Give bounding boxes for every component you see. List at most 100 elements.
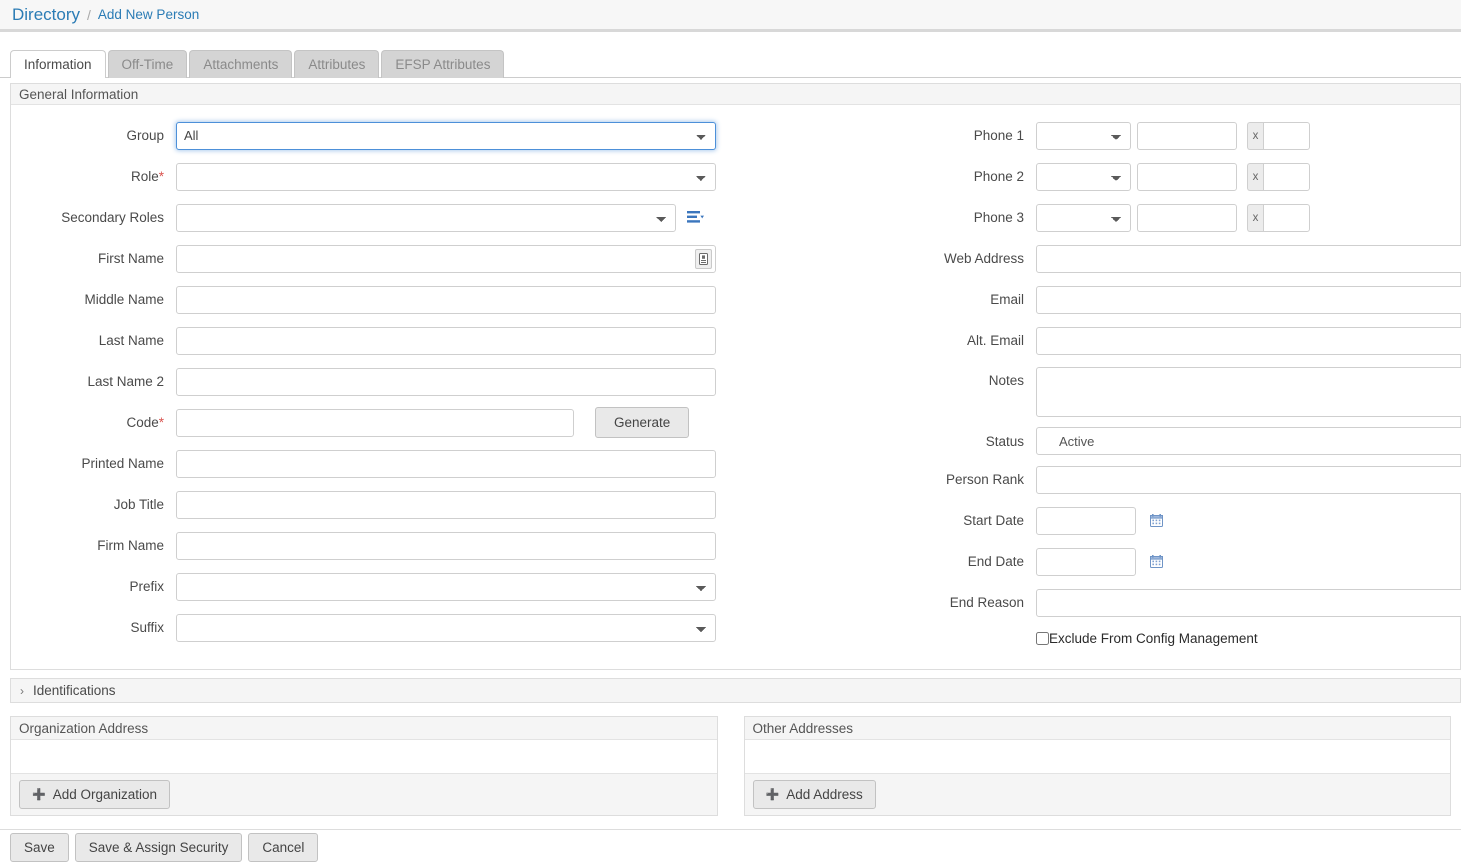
notes-label: Notes [988, 373, 1024, 388]
plus-circle-icon: ➕ [765, 789, 780, 801]
phone-2-label: Phone 2 [973, 169, 1024, 184]
field-row-suffix: Suffix [11, 607, 891, 648]
last-name-label: Last Name [98, 333, 164, 348]
prefix-select[interactable] [176, 572, 716, 601]
field-row-middle-name: Middle Name [11, 279, 891, 320]
suffix-select[interactable] [176, 613, 716, 642]
field-row-prefix: Prefix [11, 566, 891, 607]
exclude-config-checkbox[interactable] [1036, 631, 1049, 645]
phone-3-extension-prefix: x [1247, 203, 1263, 232]
web-address-input[interactable] [1036, 244, 1461, 273]
field-row-printed-name: Printed Name [11, 443, 891, 484]
notes-textarea[interactable] [1036, 367, 1461, 417]
field-row-end-reason: End Reason [891, 582, 1461, 623]
tab-attachments[interactable]: Attachments [189, 50, 293, 78]
alt-email-input[interactable] [1036, 326, 1461, 355]
end-date-input[interactable] [1036, 547, 1136, 576]
phone-3-number-input[interactable] [1137, 203, 1237, 232]
group-select[interactable]: All [176, 121, 716, 150]
role-required-marker: * [158, 169, 164, 184]
field-row-notes: Notes [891, 361, 1461, 423]
organization-address-panel: Organization Address ➕ Add Organization [10, 716, 718, 816]
generate-code-button[interactable]: Generate [595, 407, 690, 438]
start-date-input[interactable] [1036, 506, 1136, 535]
first-name-input[interactable] [176, 244, 716, 273]
last-name-2-input[interactable] [176, 367, 716, 396]
plus-circle-icon: ➕ [32, 789, 46, 801]
phone-1-type-select[interactable] [1036, 121, 1131, 150]
calendar-icon[interactable] [1150, 514, 1163, 527]
tab-efsp-attributes[interactable]: EFSP Attributes [381, 50, 505, 78]
field-row-secondary-roles: Secondary Roles [11, 197, 891, 238]
identifications-accordion[interactable]: › Identifications [10, 678, 1461, 703]
chevron-right-icon: › [20, 683, 24, 698]
phone-1-number-input[interactable] [1137, 121, 1237, 150]
field-row-firm-name: Firm Name [11, 525, 891, 566]
general-right-column: Phone 1 x Phone 2 x Phone 3 x Web Addres… [891, 115, 1461, 653]
email-input[interactable] [1036, 285, 1461, 314]
id-card-icon[interactable] [695, 248, 712, 269]
last-name-input[interactable] [176, 326, 716, 355]
add-address-label: Add Address [786, 787, 863, 802]
field-row-status: Status Active [891, 423, 1461, 459]
tab-information[interactable]: Information [10, 50, 106, 79]
exclude-config-label[interactable]: Exclude From Config Management [1049, 631, 1258, 646]
general-information-panel: General Information Group All Role* Seco… [10, 83, 1461, 670]
code-required-marker: * [158, 415, 164, 430]
person-rank-input[interactable] [1036, 465, 1461, 494]
id-card-icon-svg [699, 252, 708, 265]
phone-2-type-select[interactable] [1036, 162, 1131, 191]
alt-email-label: Alt. Email [966, 333, 1024, 348]
tab-attributes[interactable]: Attributes [294, 50, 380, 78]
code-input[interactable] [176, 408, 574, 437]
field-row-phone-2: Phone 2 x [891, 156, 1461, 197]
add-address-button[interactable]: ➕ Add Address [752, 780, 876, 809]
organization-address-title: Organization Address [11, 717, 717, 740]
end-reason-input[interactable] [1036, 588, 1461, 617]
first-name-label: First Name [97, 251, 164, 266]
list-options-icon[interactable] [687, 210, 704, 225]
field-row-end-date: End Date [891, 541, 1461, 582]
phone-2-extension-input[interactable] [1263, 162, 1310, 191]
breadcrumb-root-link[interactable]: Directory [12, 5, 80, 25]
field-row-email: Email [891, 279, 1461, 320]
suffix-label: Suffix [130, 620, 164, 635]
job-title-input[interactable] [176, 490, 716, 519]
other-addresses-panel: Other Addresses ➕ Add Address [743, 716, 1451, 816]
phone-2-extension-prefix: x [1247, 162, 1263, 191]
calendar-icon[interactable] [1150, 555, 1163, 568]
breadcrumb-current-link[interactable]: Add New Person [98, 7, 199, 22]
secondary-roles-label: Secondary Roles [61, 210, 164, 225]
calendar-icon-svg [1150, 514, 1163, 527]
phone-3-extension-group: x [1247, 203, 1310, 232]
end-date-label: End Date [967, 554, 1024, 569]
cancel-button[interactable]: Cancel [248, 833, 319, 862]
other-addresses-footer: ➕ Add Address [744, 773, 1450, 815]
field-row-first-name: First Name [11, 238, 891, 279]
list-options-icon-svg [687, 211, 704, 223]
other-addresses-title: Other Addresses [744, 717, 1450, 740]
add-organization-button[interactable]: ➕ Add Organization [19, 780, 171, 809]
phone-3-type-select[interactable] [1036, 203, 1131, 232]
phone-3-extension-input[interactable] [1263, 203, 1310, 232]
field-row-web-address: Web Address [891, 238, 1461, 279]
firm-name-label: Firm Name [97, 538, 164, 553]
phone-3-label: Phone 3 [973, 210, 1024, 225]
general-information-legend: General Information [11, 83, 1460, 105]
firm-name-input[interactable] [176, 531, 716, 560]
printed-name-input[interactable] [176, 449, 716, 478]
phone-2-number-input[interactable] [1137, 162, 1237, 191]
address-panels: Organization Address ➕ Add Organization … [0, 716, 1461, 816]
phone-1-extension-input[interactable] [1263, 121, 1310, 150]
tab-off-time[interactable]: Off-Time [107, 50, 188, 78]
general-left-column: Group All Role* Secondary Roles First Na… [11, 115, 891, 653]
middle-name-input[interactable] [176, 285, 716, 314]
field-row-group: Group All [11, 115, 891, 156]
phone-1-extension-group: x [1247, 121, 1310, 150]
breadcrumb-separator: / [87, 6, 91, 23]
secondary-roles-select[interactable] [176, 203, 676, 232]
save-and-assign-security-button[interactable]: Save & Assign Security [74, 833, 243, 862]
role-select[interactable] [176, 162, 716, 191]
save-button[interactable]: Save [10, 833, 69, 862]
field-row-last-name: Last Name [11, 320, 891, 361]
